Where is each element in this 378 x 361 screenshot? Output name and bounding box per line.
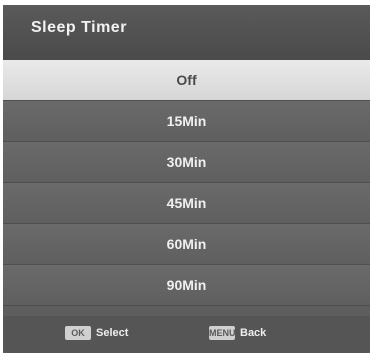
title-bar: Sleep Timer	[3, 5, 370, 60]
sleep-timer-menu: Sleep Timer Off 15Min 30Min 45Min 60Min …	[3, 5, 370, 353]
option-90min[interactable]: 90Min	[3, 265, 370, 306]
option-45min[interactable]: 45Min	[3, 183, 370, 224]
select-hint-label: Select	[96, 327, 129, 339]
option-list: Off 15Min 30Min 45Min 60Min 90Min	[3, 60, 370, 306]
option-off[interactable]: Off	[3, 60, 370, 101]
footer-hints: OK Select MENU Back	[3, 316, 370, 353]
ok-key-icon: OK	[65, 326, 91, 340]
menu-key-icon: MENU	[209, 326, 236, 340]
option-60min[interactable]: 60Min	[3, 224, 370, 265]
option-15min[interactable]: 15Min	[3, 101, 370, 142]
menu-title: Sleep Timer	[31, 19, 127, 36]
back-hint: MENU Back	[209, 326, 266, 340]
select-hint: OK Select	[65, 326, 128, 340]
option-30min[interactable]: 30Min	[3, 142, 370, 183]
back-hint-label: Back	[240, 327, 267, 339]
